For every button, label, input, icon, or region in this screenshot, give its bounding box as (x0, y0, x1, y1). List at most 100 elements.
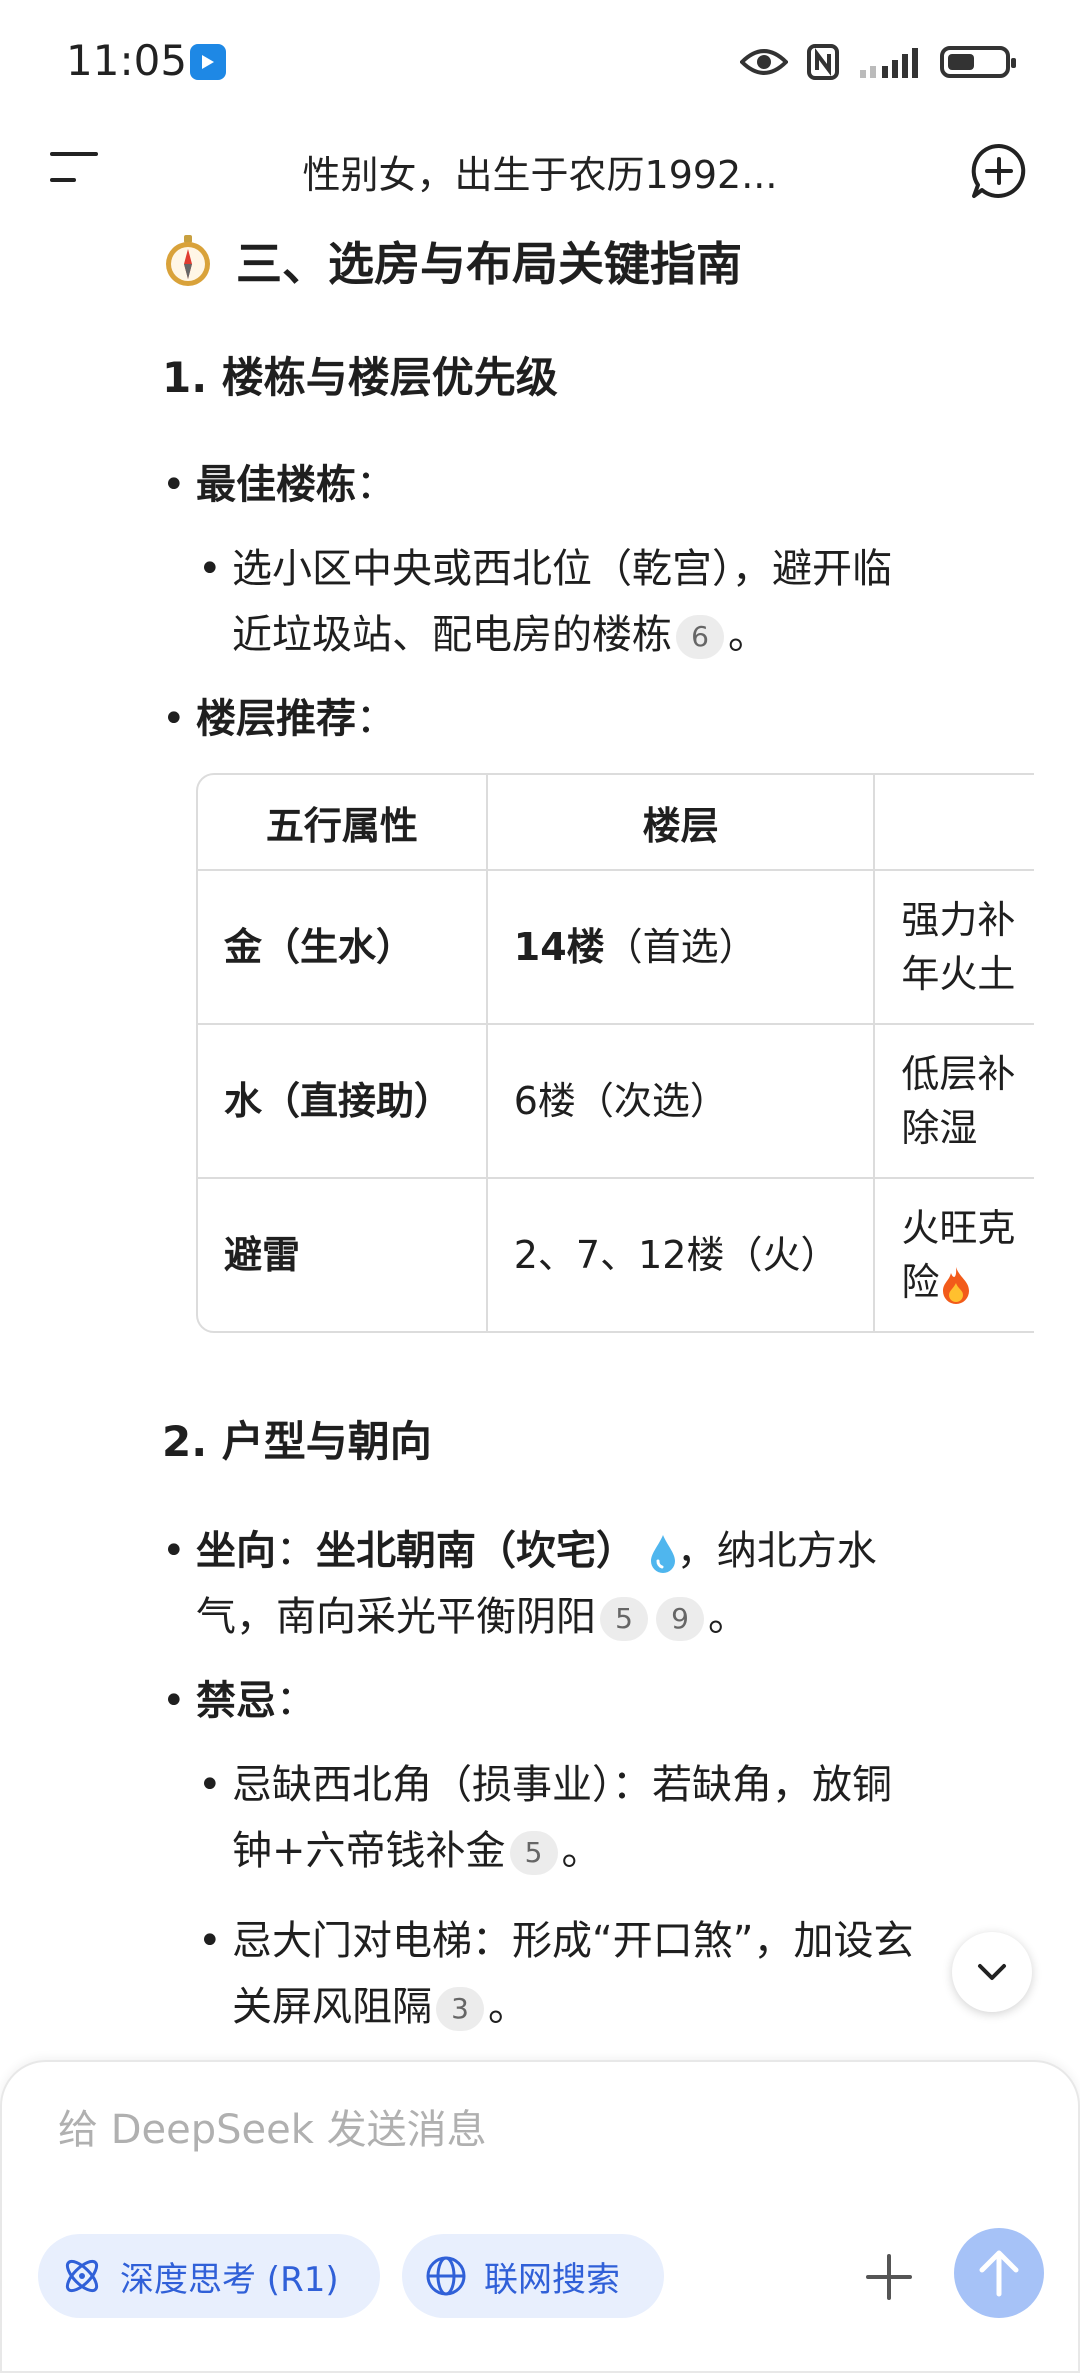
table-cell: 火旺克险 (875, 1179, 1034, 1331)
section-heading: 三、选房与布局关键指南 (162, 228, 742, 294)
chevron-down-icon (978, 1964, 1006, 1980)
table-cell-text: （首选） (604, 925, 757, 969)
table-cell-text: 强力补 (901, 898, 1016, 942)
send-button[interactable] (954, 2228, 1044, 2318)
bullet-dot: • (162, 462, 186, 508)
bullet-taboo-elevator: • 忌大门对电梯：形成“开口煞”，加设玄 关屏风阻隔 3。 (198, 1908, 952, 2040)
bullet-text: 关屏风阻隔 (232, 1984, 432, 2030)
table-cell: 低层补 除湿 (875, 1025, 1034, 1179)
bullet-text-end: 。 (708, 1594, 748, 1640)
chat-title[interactable]: 性别女，出生于农历1992... (200, 144, 880, 199)
bullet-text-line: 坐向：坐北朝南（坎宅） ，纳北方水 (196, 1518, 877, 1584)
bullet-taboo-northwest: • 忌缺西北角（损事业）：若缺角，放铜 钟+六帝钱补金 5。 (198, 1752, 892, 1884)
table-cell-text: 2、7、12楼（火） (513, 1233, 839, 1277)
bullet-colon: ： (276, 1678, 316, 1724)
battery-icon (940, 46, 1016, 78)
floor-table: 五行属性 楼层 金（生水） 14楼（首选） 强力补年火土 水（直接助） 6楼（次… (196, 773, 1034, 1333)
citation-badge[interactable]: 6 (676, 615, 724, 659)
table-cell-text: 避雷 (224, 1233, 301, 1277)
table-cell-bold: 14楼 (513, 925, 605, 969)
table-cell-text: 水（直接助） (224, 1079, 453, 1123)
water-drop-icon (650, 1535, 675, 1573)
bullet-text-line: 选小区中央或西北位（乾宫），避开临 (232, 546, 892, 592)
table-row: 避雷 2、7、12楼（火） 火旺克险 (198, 1179, 1034, 1331)
web-search-label: 联网搜索 (484, 2259, 620, 2300)
deep-think-label: 深度思考 (R1) (120, 2259, 339, 2300)
section-heading-text: 三、选房与布局关键指南 (236, 237, 742, 291)
app-notification-icon (190, 44, 226, 80)
bullet-label: 禁忌 (196, 1678, 276, 1724)
bullet-text-line: 钟+六帝钱补金 5。 (232, 1818, 892, 1884)
bullet-text: 气，南向采光平衡阴阳 (196, 1594, 596, 1640)
table-cell: 2、7、12楼（火） (488, 1179, 876, 1331)
bullet-label: 坐向 (196, 1528, 276, 1574)
bullet-text-end: 。 (488, 1984, 528, 2030)
deep-think-button[interactable]: 深度思考 (R1) (38, 2234, 380, 2318)
nfc-icon (807, 44, 839, 80)
bullet-label: 楼层推荐 (196, 696, 356, 742)
table-cell-text: 低层补 (901, 1052, 1016, 1096)
menu-icon-line (50, 178, 76, 182)
bullet-text-line: 关屏风阻隔 3。 (232, 1974, 952, 2040)
bullet-text-line: 忌大门对电梯：形成“开口煞”，加设玄 (232, 1918, 914, 1964)
bullet-text: 近垃圾站、配电房的楼栋 (232, 612, 672, 658)
table-cell: 强力补 年火土 (875, 871, 1034, 1025)
bullet-text: 钟+六帝钱补金 (232, 1828, 506, 1874)
message-input[interactable] (56, 2106, 860, 2154)
bullet-dot: • (198, 1918, 222, 1964)
bullet-colon: ： (356, 462, 396, 508)
menu-icon (50, 152, 98, 156)
table-header-cell: 楼层 (487, 775, 876, 871)
bullet-taboos: • 禁忌： (162, 1668, 316, 1734)
table-header-row: 五行属性 楼层 (198, 775, 1034, 871)
table-cell-text: 险 (901, 1255, 1034, 1309)
bullet-orientation: • 坐向：坐北朝南（坎宅） ，纳北方水 气，南向采光平衡阴阳 5 9。 (162, 1518, 877, 1650)
bullet-colon: ： (276, 1528, 316, 1574)
bullet-dot: • (162, 1678, 186, 1724)
bullet-text-line: 忌缺西北角（损事业）：若缺角，放铜 (232, 1762, 892, 1808)
chat-header: 性别女，出生于农历1992... (0, 120, 1080, 220)
table-cell-text: 年火土 (901, 952, 1016, 996)
table-row: 水（直接助） 6楼（次选） 低层补除湿 (198, 1025, 1034, 1179)
table-cell: 水（直接助） (198, 1025, 488, 1179)
bullet-label: 最佳楼栋 (196, 462, 356, 508)
chat-screen: 11:05 性别女，出生于农历1992... 三、选房与布局关键指南 1. 楼栋… (0, 0, 1080, 2373)
table-cell: 避雷 (198, 1179, 488, 1331)
message-composer: 深度思考 (R1) 联网搜索 (0, 2060, 1080, 2373)
menu-button[interactable] (50, 152, 100, 188)
fire-icon (943, 1266, 970, 1304)
table-cell-text: 除湿 (901, 1106, 978, 1150)
atom-icon (65, 2259, 99, 2293)
compass-icon (166, 235, 210, 286)
web-search-button[interactable]: 联网搜索 (402, 2234, 664, 2318)
subheading-layout-orientation: 2. 户型与朝向 (162, 1417, 432, 1466)
table-header-cell: 五行属性 (198, 775, 488, 871)
table-cell: 14楼（首选） (487, 871, 876, 1025)
bullet-text-line: 气，南向采光平衡阴阳 5 9。 (196, 1584, 877, 1650)
status-icons (740, 40, 1016, 84)
scroll-to-bottom-button[interactable] (952, 1932, 1032, 2012)
signal-icon (860, 48, 918, 78)
eye-icon (740, 49, 788, 75)
table-cell-text: 金（生水） (224, 925, 415, 969)
bullet-dot: • (198, 546, 222, 592)
table-cell-text: 6楼（次选） (513, 1079, 728, 1123)
status-bar: 11:05 (0, 0, 1080, 120)
bullet-best-building: • 最佳楼栋： (162, 452, 396, 518)
citation-badge[interactable]: 3 (436, 1987, 484, 2031)
floor-table-scroll[interactable]: 五行属性 楼层 金（生水） 14楼（首选） 强力补年火土 水（直接助） 6楼（次… (196, 773, 1034, 1335)
bullet-dot: • (198, 1762, 222, 1808)
bullet-dot: • (162, 696, 186, 742)
citation-badge[interactable]: 9 (656, 1597, 704, 1641)
arrow-up-icon (979, 2250, 1019, 2297)
citation-badge[interactable]: 5 (600, 1597, 648, 1641)
status-time: 11:05 (66, 36, 188, 85)
bullet-best-building-detail: • 选小区中央或西北位（乾宫），避开临 近垃圾站、配电房的楼栋 6。 (198, 536, 892, 668)
table-cell: 金（生水） (198, 871, 488, 1025)
bullet-floor-recommendation: • 楼层推荐： (162, 686, 396, 752)
bullet-dot: • (162, 1528, 186, 1574)
citation-badge[interactable]: 5 (509, 1831, 558, 1875)
new-chat-icon[interactable] (970, 142, 1028, 200)
globe-icon (426, 2256, 466, 2296)
attach-plus-icon[interactable] (864, 2252, 914, 2302)
